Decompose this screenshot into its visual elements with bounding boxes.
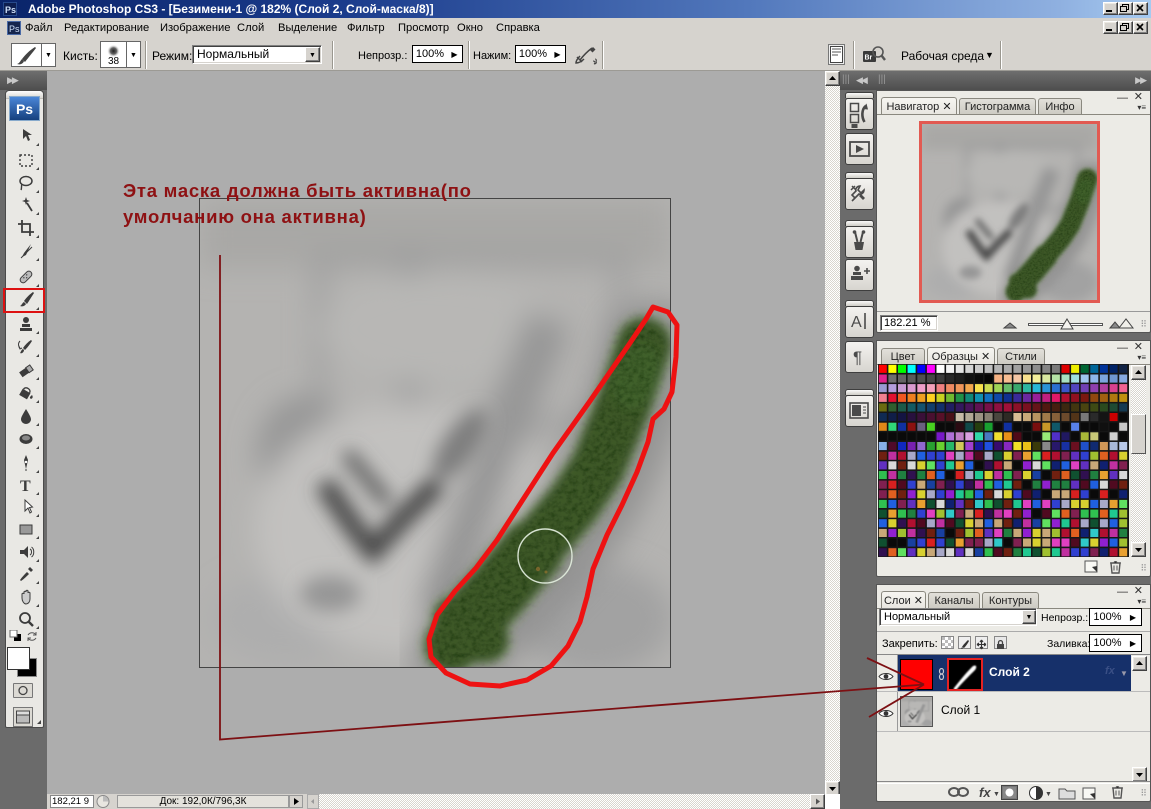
svg-text:Ps: Ps <box>9 24 20 34</box>
svg-text:Br: Br <box>865 55 873 62</box>
svg-text:T: T <box>20 478 31 495</box>
svg-text:A: A <box>851 314 862 331</box>
svg-text:Ps: Ps <box>5 5 16 15</box>
svg-text:¶: ¶ <box>853 348 862 367</box>
